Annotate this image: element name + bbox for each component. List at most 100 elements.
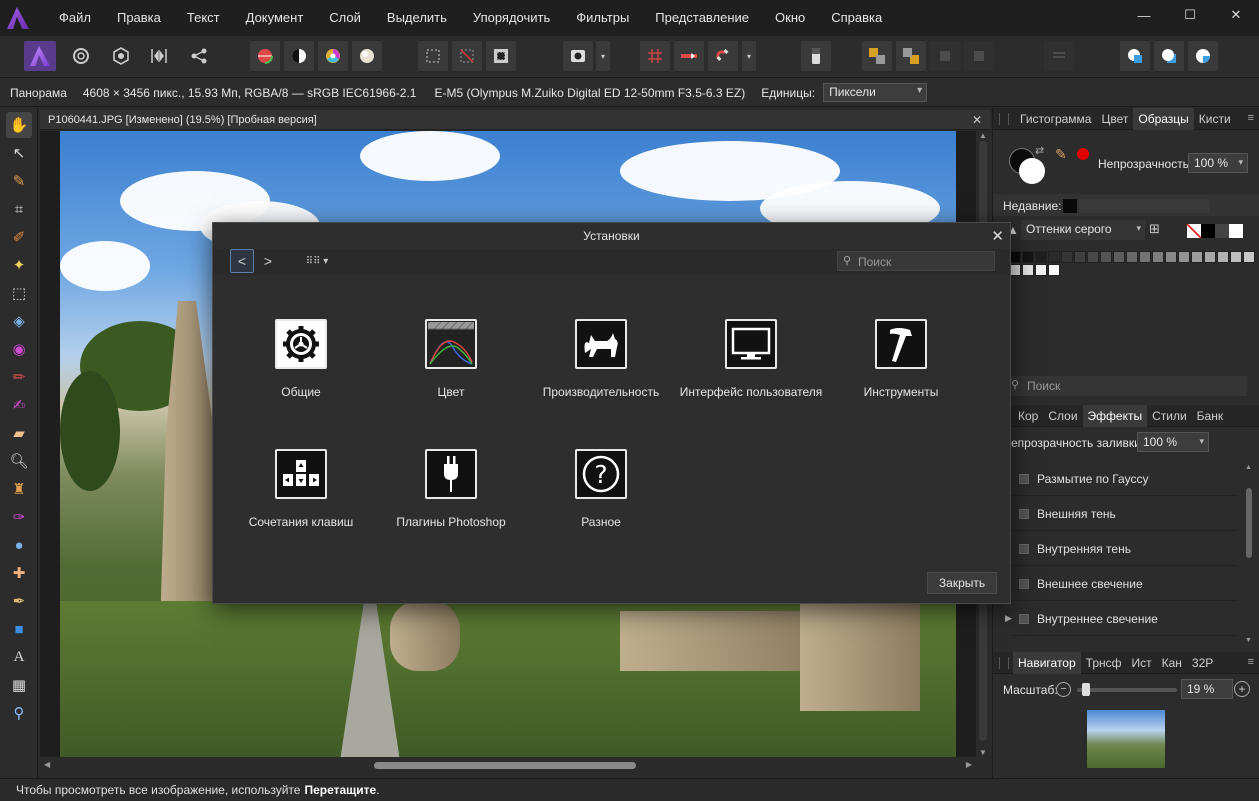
color-picker-tool-icon[interactable]: ✎ <box>6 168 32 194</box>
back-button[interactable]: < <box>230 249 254 273</box>
clone-brush-tool-icon[interactable]: ♜ <box>6 476 32 502</box>
rectangle-marquee-tool-icon[interactable]: ⬚ <box>6 280 32 306</box>
menu-help[interactable]: Справка <box>818 0 895 36</box>
zoom-slider[interactable] <box>1077 683 1177 696</box>
rectangle-tool-icon[interactable]: ■ <box>6 616 32 642</box>
quick-mask-button[interactable] <box>801 41 831 71</box>
tab-histogram[interactable]: Гистограмма <box>1015 108 1096 130</box>
distribute-button[interactable] <box>964 41 994 71</box>
boolean-subtract-button[interactable] <box>1154 41 1184 71</box>
boolean-intersect-button[interactable] <box>1188 41 1218 71</box>
gray-swatch[interactable] <box>1061 251 1073 263</box>
liquify-persona-button[interactable] <box>66 41 96 71</box>
gray-swatch[interactable] <box>1048 264 1060 276</box>
zoom-field[interactable]: 19 % <box>1181 679 1233 699</box>
arrange-forward-button[interactable] <box>896 41 926 71</box>
tab-layers[interactable]: Слои <box>1043 405 1082 427</box>
grid-view-button[interactable]: ⠿⠿ ▾ <box>299 249 335 273</box>
gray-swatch[interactable] <box>1074 251 1086 263</box>
recent-swatch[interactable] <box>1063 199 1077 213</box>
deselect-button[interactable] <box>452 41 482 71</box>
effect-gaussian-blur[interactable]: Размытие по Гауссу <box>1011 462 1237 496</box>
white-balance-button[interactable] <box>284 41 314 71</box>
healing-brush-tool-icon[interactable]: ✚ <box>6 560 32 586</box>
pref-color[interactable]: Цвет <box>376 319 526 399</box>
swatch-grid[interactable] <box>1009 251 1255 281</box>
dialog-close-icon[interactable]: ✕ <box>991 227 1004 245</box>
no-color-swatch[interactable] <box>1187 224 1201 238</box>
selection-mode-dropdown[interactable]: ▾ <box>596 41 610 71</box>
swap-colors-icon[interactable]: ⇄ <box>1035 144 1044 157</box>
tab-adjust[interactable]: Кор <box>1013 405 1043 427</box>
menu-select[interactable]: Выделить <box>374 0 460 36</box>
text-tool-icon[interactable]: A <box>6 644 32 670</box>
tab-navigator[interactable]: Навигатор <box>1013 651 1081 674</box>
tab-32p[interactable]: 32Р <box>1187 652 1218 674</box>
align-center-button[interactable] <box>1044 41 1074 71</box>
gray-swatch[interactable] <box>1191 251 1203 263</box>
gray-swatch[interactable] <box>1087 251 1099 263</box>
photo-persona-button[interactable] <box>24 41 56 71</box>
navigator-thumbnail[interactable] <box>1087 710 1165 768</box>
assistant-button[interactable] <box>674 41 704 71</box>
smudge-tool-icon[interactable]: ✑ <box>6 504 32 530</box>
gray-swatch[interactable] <box>1152 251 1164 263</box>
auto-adjust-button[interactable] <box>352 41 382 71</box>
gray-swatch[interactable] <box>1230 251 1242 263</box>
zoom-tool-icon[interactable]: ⚲ <box>6 700 32 726</box>
effect-checkbox[interactable] <box>1019 473 1029 484</box>
opacity-field[interactable]: 100 % ▾ <box>1188 153 1248 173</box>
gray-swatch[interactable] <box>1100 251 1112 263</box>
gray-swatch[interactable] <box>1022 264 1034 276</box>
gray-swatch[interactable] <box>1243 251 1255 263</box>
effect-checkbox[interactable] <box>1019 613 1029 624</box>
menu-file[interactable]: Файл <box>46 0 104 36</box>
fill-opacity-field[interactable]: 100 % ▾ <box>1137 432 1209 452</box>
flood-fill-tool-icon[interactable]: ◈ <box>6 308 32 334</box>
tone-mapping-persona-button[interactable] <box>144 41 174 71</box>
tab-effects[interactable]: Эффекты <box>1082 404 1148 427</box>
marquee-selection-button[interactable] <box>418 41 448 71</box>
pref-shortcuts[interactable]: Сочетания клавиш <box>226 449 376 529</box>
menu-document[interactable]: Документ <box>233 0 317 36</box>
magic-wand-tool-icon[interactable]: ✦ <box>6 252 32 278</box>
effect-outer-shadow[interactable]: Внешняя тень <box>1011 497 1237 531</box>
palette-select[interactable]: Оттенки серого ▾ <box>1021 220 1145 240</box>
close-document-icon[interactable]: ✕ <box>972 113 982 127</box>
boolean-add-button[interactable] <box>1120 41 1150 71</box>
menu-text[interactable]: Текст <box>174 0 233 36</box>
hsl-button[interactable] <box>318 41 348 71</box>
crop-tool-icon[interactable]: ⌗ <box>6 196 32 222</box>
gray-swatch[interactable] <box>1035 264 1047 276</box>
hand-tool-icon[interactable]: ✋ <box>6 112 32 138</box>
panel-search-input[interactable]: ⚲ Поиск <box>1007 376 1247 396</box>
gradient-tool-icon[interactable]: ◉ <box>6 336 32 362</box>
tab-transform[interactable]: Трнсф <box>1081 652 1127 674</box>
paint-brush-tool-icon[interactable]: ✏ <box>6 364 32 390</box>
dodge-tool-icon[interactable]: 🔍︎ <box>6 448 32 474</box>
pref-user-interface[interactable]: Интерфейс пользователя <box>676 319 826 399</box>
gray-swatch[interactable] <box>1178 251 1190 263</box>
tab-color[interactable]: Цвет <box>1096 108 1133 130</box>
menu-view[interactable]: Представление <box>642 0 762 36</box>
eyedropper-icon[interactable]: ✎ <box>1055 146 1067 163</box>
effects-scrollbar[interactable]: ▲ ▼ <box>1245 464 1253 644</box>
expand-chevron-icon[interactable]: ▶ <box>1005 613 1012 624</box>
gray-swatch[interactable] <box>1126 251 1138 263</box>
levels-button[interactable] <box>250 41 280 71</box>
gray-swatch[interactable] <box>1022 251 1034 263</box>
selection-mode-button[interactable] <box>563 41 593 71</box>
gray-swatch[interactable] <box>1139 251 1151 263</box>
forward-button[interactable]: > <box>256 249 280 273</box>
effect-outer-glow[interactable]: Внешнее свечение <box>1011 567 1237 601</box>
pen-tool-icon[interactable]: ✒ <box>6 588 32 614</box>
pref-performance[interactable]: Производительность <box>526 319 676 399</box>
minimize-button[interactable]: — <box>1121 0 1167 30</box>
menu-window[interactable]: Окно <box>762 0 818 36</box>
palette-grid-icon[interactable]: ⊞ <box>1149 221 1160 237</box>
gray-swatch[interactable] <box>1165 251 1177 263</box>
horizontal-scrollbar[interactable]: ◀ ▶ <box>40 758 976 772</box>
effect-checkbox[interactable] <box>1019 578 1029 589</box>
tab-channels[interactable]: Кан <box>1157 652 1187 674</box>
erase-brush-tool-icon[interactable]: ▰ <box>6 420 32 446</box>
